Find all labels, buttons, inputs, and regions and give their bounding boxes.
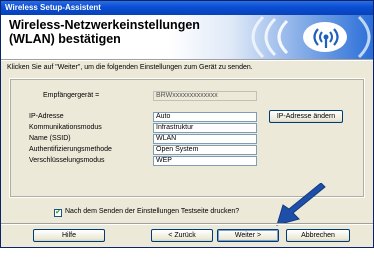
auth-value: Open System [153, 145, 257, 155]
help-button[interactable]: Hilfe [33, 229, 105, 242]
comm-mode-value: Infrastruktur [153, 123, 257, 133]
receiver-label: Empfängergerät = [43, 92, 100, 99]
ssid-label: Name (SSID) [29, 135, 71, 142]
auth-label: Authentifizierungsmethode [29, 146, 112, 153]
cancel-button[interactable]: Abbrechen [286, 229, 350, 242]
ip-label: IP-Adresse [29, 113, 64, 120]
ip-value: Auto [153, 112, 257, 122]
encryption-value: WEP [153, 156, 257, 166]
page-title: Wireless-Netzwerkeinstellungen (WLAN) be… [9, 18, 200, 46]
encryption-label: Verschlüsselungsmodus [29, 157, 105, 164]
pointer-arrow-icon [276, 183, 326, 226]
footer-divider [1, 223, 373, 225]
header-divider [1, 59, 373, 61]
ssid-value: WLAN [153, 134, 257, 144]
next-button[interactable]: Weiter > [217, 229, 279, 242]
window-title: Wireless Setup-Assistent [1, 1, 373, 15]
checkmark-icon: ✔ [55, 209, 61, 216]
comm-mode-label: Kommunikationsmodus [29, 124, 102, 131]
instruction-text: Klicken Sie auf "Weiter", um die folgend… [7, 64, 253, 71]
back-button[interactable]: < Zurück [151, 229, 213, 242]
wizard-window: Wireless Setup-Assistent Wireless-Netzwe… [0, 0, 374, 248]
wireless-logo-icon [251, 15, 371, 59]
wizard-header: Wireless-Netzwerkeinstellungen (WLAN) be… [1, 15, 373, 59]
change-ip-button[interactable]: IP-Adresse ändern [269, 110, 343, 123]
print-test-page-checkbox[interactable]: ✔ [54, 209, 62, 217]
receiver-value: BRWxxxxxxxxxxxxx [153, 91, 257, 101]
print-test-page-label[interactable]: Nach dem Senden der Einstellungen Testse… [65, 208, 239, 215]
